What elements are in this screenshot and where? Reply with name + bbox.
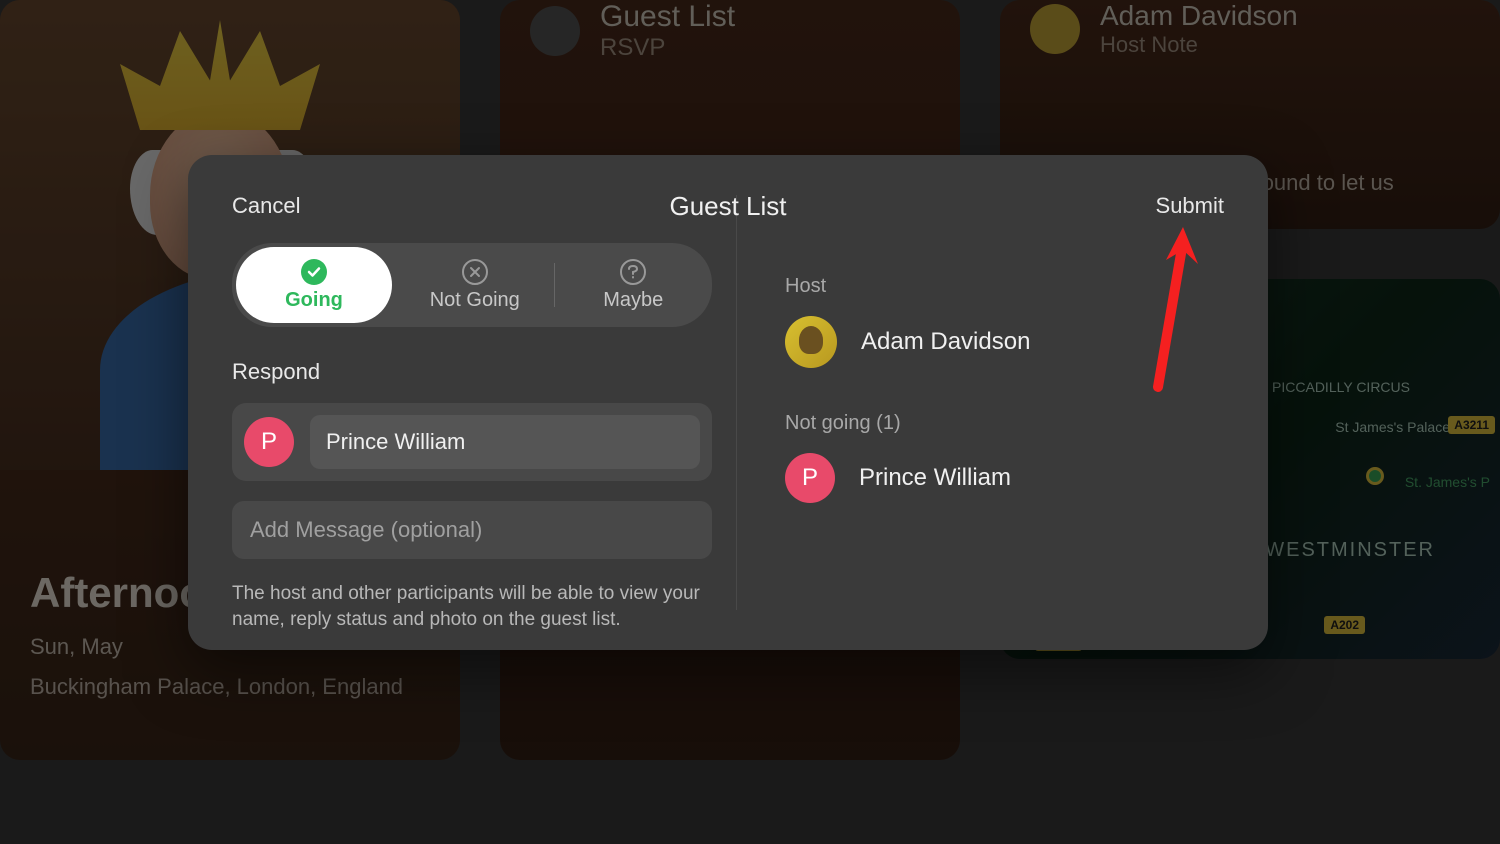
map-pin-icon [1366,467,1384,485]
x-icon [462,259,488,285]
host-section-label: Host [785,275,1224,298]
rsvp-segmented-control: Going Not Going Maybe [232,243,712,327]
respond-section-label: Respond [232,359,712,385]
rsvp-label: RSVP [600,34,735,62]
notgoing-section-label: Not going (1) [785,412,1224,435]
guest-name: Prince William [859,464,1011,492]
guest-row: P Prince William [785,453,1224,503]
responder-name-input[interactable] [310,415,700,469]
event-location: Buckingham Palace, London, England [30,674,430,700]
disclosure-text: The host and other participants will be … [232,581,712,632]
host-card-sub: Host Note [1100,32,1298,58]
check-icon [301,259,327,285]
host-row: Adam Davidson [785,316,1224,368]
segment-maybe-label: Maybe [603,289,663,312]
map-label-piccadilly: PICCADILLY CIRCUS [1272,379,1410,395]
map-badge-a3211: A3211 [1448,416,1495,434]
guest-list-title: Guest List [600,0,735,34]
segment-going[interactable]: Going [236,247,392,323]
map-badge-a202: A202 [1324,616,1365,634]
submit-button[interactable]: Submit [1156,193,1224,219]
host-card-name: Adam Davidson [1100,0,1298,32]
responder-row: P [232,403,712,481]
responder-avatar: P [244,417,294,467]
host-avatar [785,316,837,368]
message-input[interactable] [232,501,712,559]
segment-going-label: Going [285,289,343,312]
map-label-stjamespark: St. James's P [1405,474,1490,490]
map-label-stjames: St James's Palace [1335,419,1450,435]
guest-list-icon [530,6,580,56]
guest-avatar: P [785,453,835,503]
question-icon [620,259,646,285]
segment-notgoing-label: Not Going [430,289,520,312]
segment-maybe[interactable]: Maybe [555,243,713,327]
rsvp-modal: Cancel Guest List Submit Going Not Going [188,155,1268,650]
host-avatar-bg [1030,4,1080,54]
segment-not-going[interactable]: Not Going [396,243,554,327]
host-name: Adam Davidson [861,328,1030,356]
